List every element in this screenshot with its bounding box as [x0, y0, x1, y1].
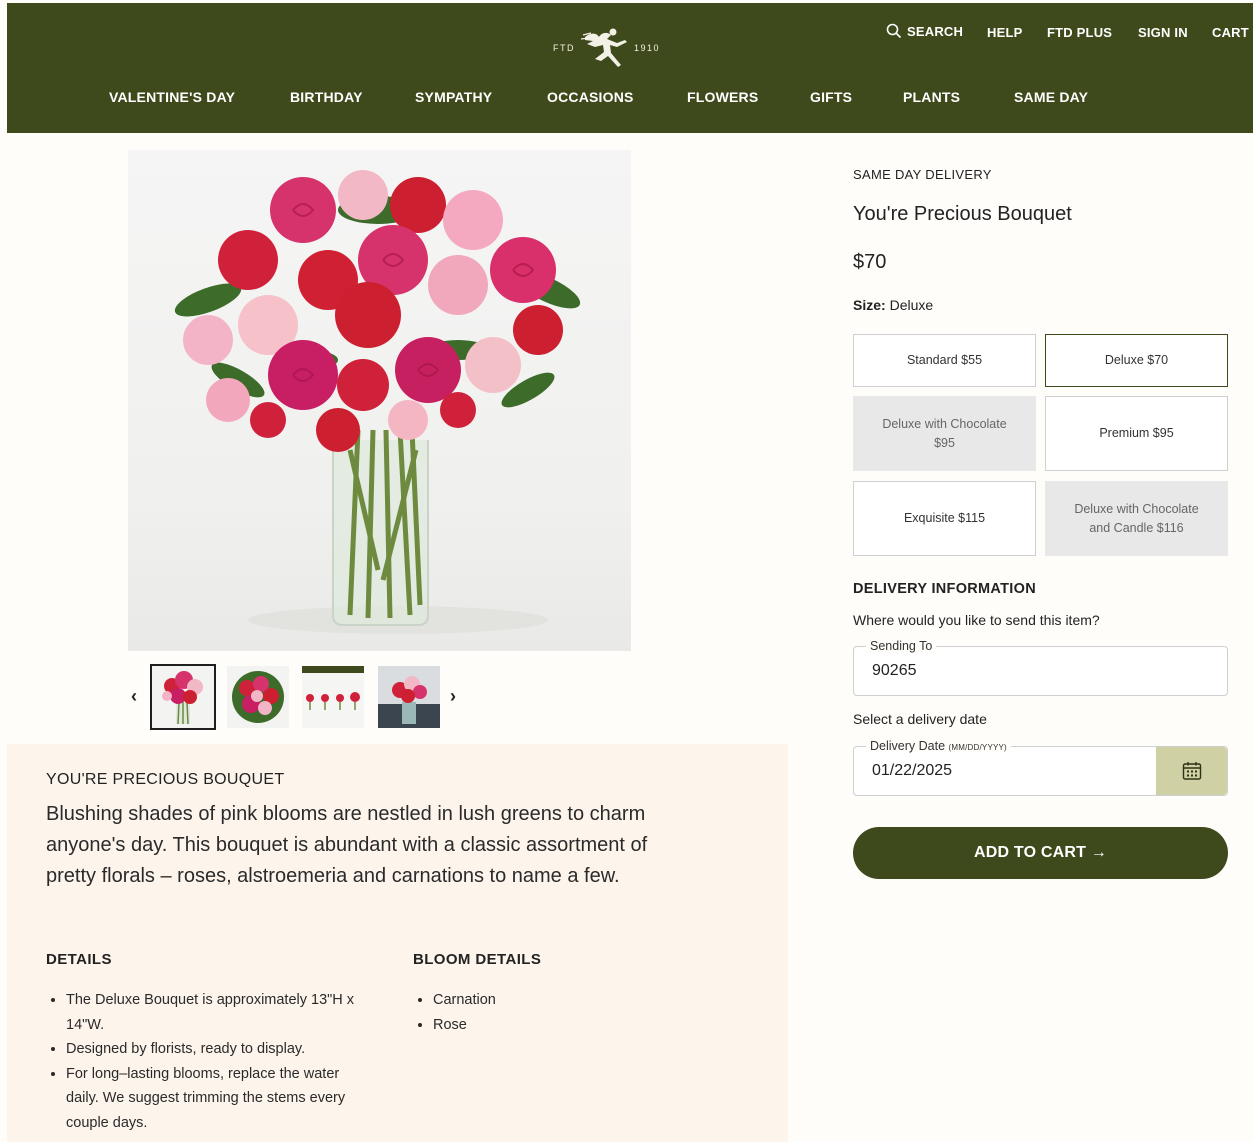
details-item: The Deluxe Bouquet is approximately 13"H…: [66, 988, 361, 1037]
size-selection-label: Size: Deluxe: [853, 297, 933, 313]
product-price: $70: [853, 251, 887, 273]
delivery-date-field[interactable]: Delivery Date (MM/DD/YYYY) 01/22/2025: [853, 739, 1228, 796]
bouquet-image: [174, 170, 581, 634]
sending-to-value[interactable]: 90265: [872, 662, 917, 680]
bloom-item: Carnation: [433, 988, 613, 1013]
size-option-premium[interactable]: Premium $95: [1045, 396, 1228, 471]
bloom-details-list: Carnation Rose: [413, 988, 613, 1037]
description-title: YOU'RE PRECIOUS BOUQUET: [46, 771, 285, 788]
details-list: The Deluxe Bouquet is approximately 13"H…: [46, 988, 361, 1135]
cart-link[interactable]: CART: [1212, 22, 1249, 42]
size-option-deluxe-chocolate-candle[interactable]: Deluxe with Chocolate and Candle $116: [1045, 481, 1228, 556]
delivery-information-heading: DELIVERY INFORMATION: [853, 581, 1036, 597]
site-header: FTD 1910 SEARCH HELP FTD PLUS SIGN IN CA…: [7, 3, 1253, 133]
thumbnail-topview-image: [227, 666, 289, 728]
search-icon: [886, 23, 902, 39]
size-option-deluxe-chocolate[interactable]: Deluxe with Chocolate $95: [853, 396, 1036, 471]
search-label: SEARCH: [907, 23, 964, 39]
delivery-date-label: Delivery Date (MM/DD/YYYY): [866, 739, 1011, 753]
nav-birthday[interactable]: BIRTHDAY: [290, 89, 363, 105]
nav-occasions[interactable]: OCCASIONS: [547, 89, 634, 105]
product-description-panel: YOU'RE PRECIOUS BOUQUET Blushing shades …: [7, 744, 788, 1142]
size-label: Size:: [853, 297, 886, 313]
nav-same-day[interactable]: SAME DAY: [1014, 89, 1088, 105]
thumbnail-1[interactable]: [150, 664, 216, 730]
gallery-prev-arrow[interactable]: ‹: [131, 686, 137, 707]
logo-left-text: FTD: [553, 43, 575, 53]
search-link[interactable]: SEARCH: [886, 21, 963, 41]
sign-in-link[interactable]: SIGN IN: [1138, 22, 1188, 42]
ftd-plus-link[interactable]: FTD PLUS: [1047, 22, 1112, 42]
thumbnail-2[interactable]: [227, 666, 289, 728]
size-option-deluxe[interactable]: Deluxe $70: [1045, 334, 1228, 387]
thumbnail-4[interactable]: [378, 666, 440, 728]
delivery-date-label-text: Delivery Date: [870, 739, 946, 753]
nav-gifts[interactable]: GIFTS: [810, 89, 852, 105]
description-body: Blushing shades of pink blooms are nestl…: [46, 803, 648, 887]
calendar-button[interactable]: [1156, 747, 1227, 795]
help-link[interactable]: HELP: [987, 22, 1022, 42]
add-to-cart-button[interactable]: ADD TO CART →: [853, 827, 1228, 879]
sending-to-field[interactable]: Sending To 90265: [853, 639, 1228, 696]
bloom-details-heading: BLOOM DETAILS: [413, 951, 542, 968]
ftd-logo[interactable]: FTD 1910: [547, 23, 667, 75]
where-send-question: Where would you like to send this item?: [853, 612, 1100, 628]
nav-valentines-day[interactable]: VALENTINE'S DAY: [109, 89, 235, 105]
nav-plants[interactable]: PLANTS: [903, 89, 960, 105]
size-option-exquisite[interactable]: Exquisite $115: [853, 481, 1036, 556]
size-option-standard[interactable]: Standard $55: [853, 334, 1036, 387]
details-item: Designed by florists, ready to display.: [66, 1037, 361, 1062]
thumbnail-bouquet-image: [152, 666, 214, 728]
gallery-next-arrow[interactable]: ›: [450, 686, 456, 707]
size-value: Deluxe: [889, 297, 934, 313]
product-title: You're Precious Bouquet: [853, 203, 1072, 225]
nav-flowers[interactable]: FLOWERS: [687, 89, 758, 105]
nav-sympathy[interactable]: SYMPATHY: [415, 89, 492, 105]
thumbnail-3[interactable]: [302, 666, 364, 728]
sending-to-label: Sending To: [866, 639, 937, 653]
logo-right-text: 1910: [634, 43, 661, 53]
delivery-date-format: (MM/DD/YYYY): [948, 743, 1007, 752]
details-item: For long–lasting blooms, replace the wat…: [66, 1062, 361, 1136]
mercury-man-icon: [580, 28, 627, 67]
same-day-delivery-label: SAME DAY DELIVERY: [853, 167, 992, 182]
thumbnail-lifestyle-image: [378, 666, 440, 728]
bloom-item: Rose: [433, 1013, 613, 1038]
thumbnail-sizes-image: [302, 666, 364, 728]
delivery-date-value[interactable]: 01/22/2025: [872, 762, 952, 780]
details-heading: DETAILS: [46, 951, 112, 968]
calendar-icon: [1182, 762, 1201, 780]
product-main-image[interactable]: [128, 150, 631, 651]
delivery-date-question: Select a delivery date: [853, 711, 987, 727]
